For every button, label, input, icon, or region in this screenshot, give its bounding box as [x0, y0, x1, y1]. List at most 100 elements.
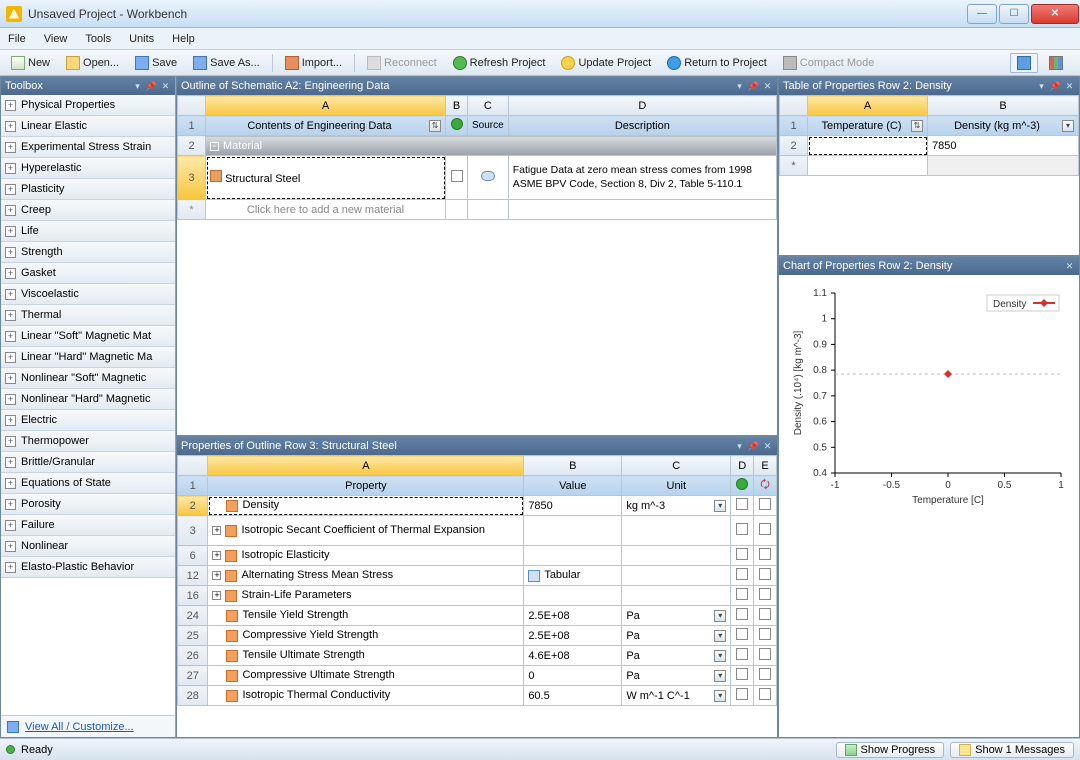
- expand-icon[interactable]: +: [5, 310, 16, 321]
- update-button[interactable]: Update Project: [554, 53, 658, 73]
- pin-icon[interactable]: 📌: [1050, 81, 1061, 92]
- close-panel-icon[interactable]: ✕: [1064, 81, 1075, 92]
- toolbox-item[interactable]: +Strength: [1, 242, 175, 263]
- property-row[interactable]: 24Tensile Yield Strength2.5E+08Pa▾: [178, 606, 777, 626]
- close-panel-icon[interactable]: ✕: [1064, 261, 1075, 272]
- expand-icon[interactable]: +: [212, 591, 221, 600]
- import-button[interactable]: Import...: [278, 53, 349, 73]
- checkbox[interactable]: [736, 568, 748, 580]
- filter-button[interactable]: [1010, 53, 1038, 73]
- property-row[interactable]: 25Compressive Yield Strength2.5E+08Pa▾: [178, 626, 777, 646]
- close-panel-icon[interactable]: ✕: [160, 81, 171, 92]
- expand-icon[interactable]: +: [5, 289, 16, 300]
- expand-icon[interactable]: +: [5, 499, 16, 510]
- sort-icon[interactable]: ⇅: [429, 120, 441, 132]
- menu-units[interactable]: Units: [129, 33, 154, 45]
- expand-icon[interactable]: +: [5, 226, 16, 237]
- pin-icon[interactable]: 📌: [748, 441, 759, 452]
- checkbox[interactable]: [736, 628, 748, 640]
- toolbox-item[interactable]: +Failure: [1, 515, 175, 536]
- expand-icon[interactable]: +: [5, 142, 16, 153]
- saveas-button[interactable]: Save As...: [186, 53, 267, 73]
- add-material-row[interactable]: Click here to add a new material: [206, 200, 446, 220]
- dropdown-icon[interactable]: ▾: [1036, 81, 1047, 92]
- expand-icon[interactable]: +: [5, 520, 16, 531]
- new-button[interactable]: New: [4, 53, 57, 73]
- compact-button[interactable]: Compact Mode: [776, 53, 882, 73]
- expand-icon[interactable]: +: [5, 247, 16, 258]
- menu-view[interactable]: View: [44, 33, 68, 45]
- menu-file[interactable]: File: [8, 33, 26, 45]
- expand-icon[interactable]: +: [212, 571, 221, 580]
- close-button[interactable]: [1031, 4, 1079, 24]
- toolbox-item[interactable]: +Life: [1, 221, 175, 242]
- expand-icon[interactable]: +: [5, 205, 16, 216]
- expand-icon[interactable]: +: [5, 478, 16, 489]
- checkbox[interactable]: [759, 568, 771, 580]
- menu-tools[interactable]: Tools: [85, 33, 111, 45]
- checkbox[interactable]: [759, 648, 771, 660]
- close-panel-icon[interactable]: ✕: [762, 81, 773, 92]
- toolbox-item[interactable]: +Electric: [1, 410, 175, 431]
- pin-icon[interactable]: 📌: [146, 81, 157, 92]
- reconnect-button[interactable]: Reconnect: [360, 53, 444, 73]
- outline-grid[interactable]: ABCD 1Contents of Engineering Data ⇅Sour…: [177, 95, 777, 220]
- checkbox[interactable]: [759, 668, 771, 680]
- toolbox-item[interactable]: +Plasticity: [1, 179, 175, 200]
- checkbox[interactable]: [736, 548, 748, 560]
- properties-grid[interactable]: ABCDE 1PropertyValueUnit🗘 2Density7850kg…: [177, 455, 777, 706]
- sort-icon[interactable]: ⇅: [911, 120, 923, 132]
- expand-icon[interactable]: +: [5, 457, 16, 468]
- property-row[interactable]: 3+Isotropic Secant Coefficient of Therma…: [178, 516, 777, 546]
- expand-icon[interactable]: +: [5, 394, 16, 405]
- toolbox-item[interactable]: +Equations of State: [1, 473, 175, 494]
- view-all-link[interactable]: View All / Customize...: [25, 721, 134, 733]
- checkbox[interactable]: [759, 608, 771, 620]
- checkbox[interactable]: [759, 588, 771, 600]
- density-cell[interactable]: 7850: [928, 136, 1079, 156]
- expand-icon[interactable]: +: [5, 100, 16, 111]
- open-button[interactable]: Open...: [59, 53, 126, 73]
- temperature-cell[interactable]: [808, 136, 928, 156]
- checkbox[interactable]: [736, 588, 748, 600]
- expand-icon[interactable]: +: [5, 268, 16, 279]
- checkbox[interactable]: [736, 498, 748, 510]
- toolbox-list[interactable]: +Physical Properties+Linear Elastic+Expe…: [1, 95, 175, 715]
- toolbox-item[interactable]: +Brittle/Granular: [1, 452, 175, 473]
- toolbox-item[interactable]: +Nonlinear "Hard" Magnetic: [1, 389, 175, 410]
- property-row[interactable]: 6+Isotropic Elasticity: [178, 546, 777, 566]
- expand-icon[interactable]: +: [5, 541, 16, 552]
- expand-icon[interactable]: +: [5, 415, 16, 426]
- refresh-button[interactable]: Refresh Project: [446, 53, 553, 73]
- property-row[interactable]: 16+Strain-Life Parameters: [178, 586, 777, 606]
- unit-dropdown-icon[interactable]: ▾: [714, 630, 726, 642]
- expand-icon[interactable]: +: [5, 121, 16, 132]
- checkbox[interactable]: [759, 628, 771, 640]
- toolbox-item[interactable]: +Viscoelastic: [1, 284, 175, 305]
- close-panel-icon[interactable]: ✕: [762, 441, 773, 452]
- dropdown-icon[interactable]: ▾: [132, 81, 143, 92]
- unit-dropdown-icon[interactable]: ▾: [714, 650, 726, 662]
- checkbox[interactable]: [451, 170, 463, 182]
- toolbox-item[interactable]: +Hyperelastic: [1, 158, 175, 179]
- expand-icon[interactable]: +: [5, 184, 16, 195]
- checkbox[interactable]: [736, 668, 748, 680]
- toolbox-item[interactable]: +Elasto-Plastic Behavior: [1, 557, 175, 578]
- unit-dropdown-icon[interactable]: ▾: [714, 690, 726, 702]
- show-messages-button[interactable]: Show 1 Messages: [950, 742, 1074, 758]
- expand-icon[interactable]: +: [5, 163, 16, 174]
- maximize-button[interactable]: [999, 4, 1029, 24]
- checkbox[interactable]: [736, 648, 748, 660]
- unit-dropdown-icon[interactable]: ▾: [714, 670, 726, 682]
- chart-button[interactable]: [1042, 53, 1070, 73]
- property-row[interactable]: 26Tensile Ultimate Strength4.6E+08Pa▾: [178, 646, 777, 666]
- checkbox[interactable]: [736, 608, 748, 620]
- dropdown-icon[interactable]: ▾: [734, 441, 745, 452]
- expand-icon[interactable]: +: [5, 373, 16, 384]
- toolbox-item[interactable]: +Nonlinear: [1, 536, 175, 557]
- toolbox-item[interactable]: +Experimental Stress Strain: [1, 137, 175, 158]
- toolbox-item[interactable]: +Nonlinear "Soft" Magnetic: [1, 368, 175, 389]
- return-button[interactable]: Return to Project: [660, 53, 774, 73]
- toolbox-item[interactable]: +Linear "Hard" Magnetic Ma: [1, 347, 175, 368]
- unit-dropdown-icon[interactable]: ▾: [714, 500, 726, 512]
